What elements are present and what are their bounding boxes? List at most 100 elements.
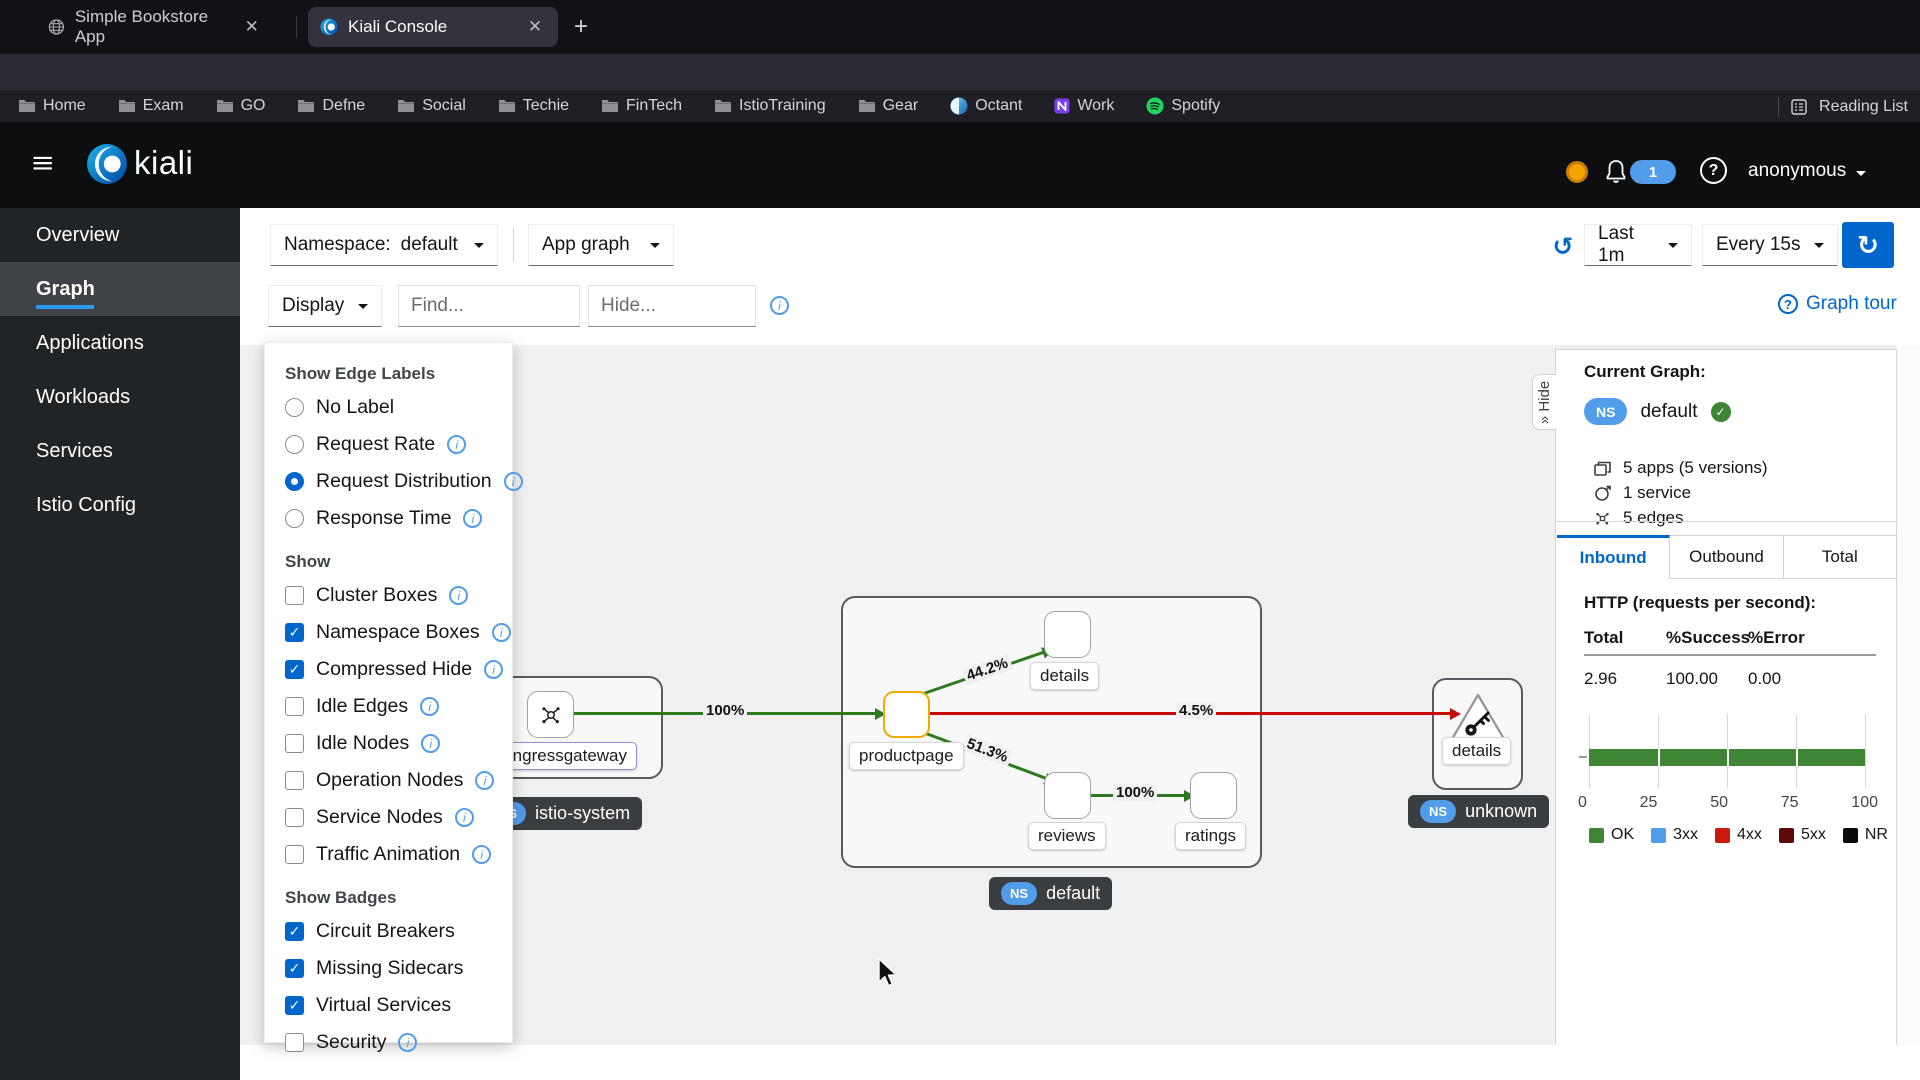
node-reviews[interactable] xyxy=(1044,772,1091,819)
badge-option[interactable]: Virtual Services xyxy=(265,987,512,1024)
bookmark-folder[interactable]: Exam xyxy=(118,97,184,115)
edge-label-option[interactable]: Request Rate xyxy=(265,426,512,463)
find-hide-info-icon[interactable] xyxy=(770,296,789,315)
checkbox-icon[interactable] xyxy=(285,697,304,716)
nav-toggle-hamburger-icon[interactable] xyxy=(26,144,60,184)
find-input[interactable] xyxy=(398,285,580,327)
reading-list[interactable]: Reading List xyxy=(1778,90,1908,123)
graph-tour-link[interactable]: Graph tour xyxy=(1778,293,1897,315)
bookmark-folder[interactable]: Techie xyxy=(498,97,569,115)
info-icon[interactable] xyxy=(421,734,441,753)
node-label-details[interactable]: details xyxy=(1030,662,1100,690)
display-dropdown-button[interactable]: Display xyxy=(268,285,382,327)
namespace-badge-default[interactable]: NS default xyxy=(989,877,1113,910)
bell-icon[interactable] xyxy=(1604,159,1628,185)
bookmark-folder[interactable]: FinTech xyxy=(601,97,682,115)
node-details[interactable] xyxy=(1044,611,1091,658)
info-icon[interactable] xyxy=(475,771,495,790)
checkbox-icon[interactable] xyxy=(285,734,304,753)
badge-option[interactable]: Security xyxy=(265,1024,512,1061)
info-icon[interactable] xyxy=(447,435,467,454)
sidebar-item[interactable]: Overview xyxy=(0,208,240,262)
namespace-select[interactable]: Namespace: default xyxy=(270,224,498,266)
sidebar-item[interactable]: Applications xyxy=(0,316,240,370)
info-icon[interactable] xyxy=(472,845,492,864)
help-icon[interactable] xyxy=(1700,157,1727,184)
bookmark-folder[interactable]: Gear xyxy=(858,97,918,115)
checkbox-icon[interactable] xyxy=(285,959,304,978)
new-tab-button[interactable] xyxy=(566,12,596,42)
browser-tab-kiali[interactable]: Kiali Console xyxy=(308,7,558,47)
show-option[interactable]: Idle Edges xyxy=(265,688,512,725)
checkbox-icon[interactable] xyxy=(285,996,304,1015)
traffic-tab[interactable]: Inbound xyxy=(1557,535,1671,579)
mesh-status-icon[interactable] xyxy=(1566,161,1588,183)
user-caret-icon[interactable] xyxy=(1856,171,1866,181)
node-label-productpage[interactable]: productpage xyxy=(849,742,964,770)
checkbox-icon[interactable] xyxy=(285,1033,304,1052)
show-option[interactable]: Service Nodes xyxy=(265,799,512,836)
graph-type-select[interactable]: App graph xyxy=(528,224,674,266)
edge-label-option[interactable]: No Label xyxy=(265,389,512,426)
radio-icon[interactable] xyxy=(285,472,304,491)
checkbox-icon[interactable] xyxy=(285,771,304,790)
show-option[interactable]: Idle Nodes xyxy=(265,725,512,762)
user-menu[interactable]: anonymous xyxy=(1748,160,1846,182)
info-icon[interactable] xyxy=(420,697,440,716)
bookmark-octant[interactable]: Octant xyxy=(950,97,1022,115)
bookmark-spotify[interactable]: Spotify xyxy=(1146,97,1220,115)
show-option[interactable]: Cluster Boxes xyxy=(265,577,512,614)
info-icon[interactable] xyxy=(449,586,469,605)
sidebar-item[interactable]: Workloads xyxy=(0,370,240,424)
browser-tab-bookstore[interactable]: Simple Bookstore App xyxy=(36,7,274,47)
info-icon[interactable] xyxy=(463,509,483,528)
sidebar-item[interactable]: Services xyxy=(0,424,240,478)
traffic-tab[interactable]: Total xyxy=(1783,535,1897,579)
checkbox-icon[interactable] xyxy=(285,660,304,679)
node-label-ratings[interactable]: ratings xyxy=(1175,822,1247,850)
bookmark-folder[interactable]: Defne xyxy=(297,97,365,115)
bookmark-folder[interactable]: Home xyxy=(18,97,86,115)
badge-option[interactable]: Circuit Breakers xyxy=(265,913,512,950)
bookmark-work[interactable]: Work xyxy=(1054,97,1114,115)
panel-hide-tab[interactable]: » Hide xyxy=(1532,374,1556,430)
radio-icon[interactable] xyxy=(285,435,304,454)
checkbox-icon[interactable] xyxy=(285,845,304,864)
info-icon[interactable] xyxy=(503,472,523,491)
sidebar-item[interactable]: Istio Config xyxy=(0,478,240,532)
close-icon[interactable] xyxy=(241,16,262,38)
traffic-tab[interactable]: Outbound xyxy=(1670,535,1784,579)
info-icon[interactable] xyxy=(454,808,474,827)
refresh-button[interactable] xyxy=(1842,222,1894,268)
bookmark-folder[interactable]: Social xyxy=(397,97,466,115)
info-icon[interactable] xyxy=(491,623,511,642)
radio-icon[interactable] xyxy=(285,398,304,417)
show-option[interactable]: Operation Nodes xyxy=(265,762,512,799)
bookmark-folder[interactable]: GO xyxy=(216,97,265,115)
edge-label-option[interactable]: Response Time xyxy=(265,500,512,537)
hide-input[interactable] xyxy=(588,285,756,327)
edge-label-option[interactable]: Request Distribution xyxy=(265,463,523,500)
checkbox-icon[interactable] xyxy=(285,922,304,941)
close-icon[interactable] xyxy=(524,16,546,38)
duration-select[interactable]: Last 1m xyxy=(1584,223,1692,266)
sidebar-item[interactable]: Graph xyxy=(0,262,240,316)
radio-icon[interactable] xyxy=(285,509,304,528)
node-label-unknown-details[interactable]: details xyxy=(1442,737,1512,765)
node-ratings[interactable] xyxy=(1190,772,1237,819)
node-productpage[interactable] xyxy=(883,691,930,738)
badge-option[interactable]: Missing Sidecars xyxy=(265,950,512,987)
info-icon[interactable] xyxy=(398,1033,418,1052)
namespace-badge-unknown[interactable]: NS unknown xyxy=(1408,795,1550,828)
checkbox-icon[interactable] xyxy=(285,586,304,605)
show-option[interactable]: Traffic Animation xyxy=(265,836,512,873)
show-option[interactable]: Namespace Boxes xyxy=(265,614,512,651)
bookmark-folder[interactable]: IstioTraining xyxy=(714,97,826,115)
checkbox-icon[interactable] xyxy=(285,623,304,642)
refresh-interval-select[interactable]: Every 15s xyxy=(1702,224,1838,266)
node-label-reviews[interactable]: reviews xyxy=(1028,822,1106,850)
show-option[interactable]: Compressed Hide xyxy=(265,651,512,688)
time-history-icon[interactable] xyxy=(1550,234,1576,260)
checkbox-icon[interactable] xyxy=(285,808,304,827)
info-icon[interactable] xyxy=(484,660,504,679)
